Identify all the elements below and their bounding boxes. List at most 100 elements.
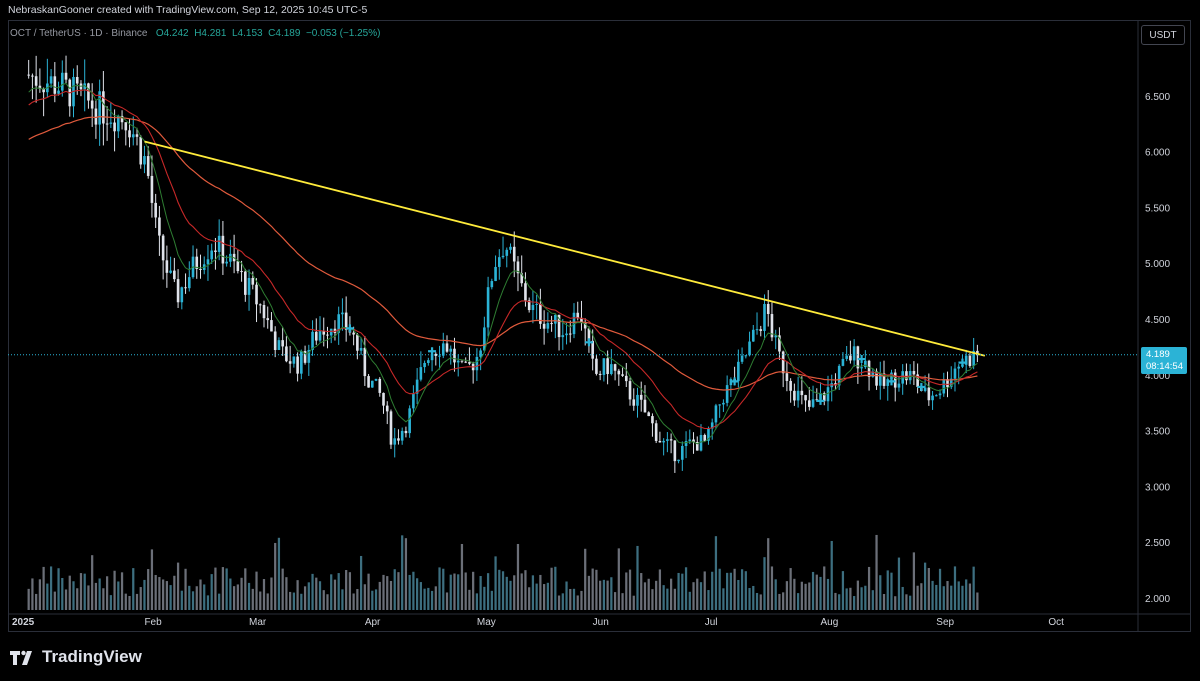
volume-bar xyxy=(374,589,378,610)
volume-bar xyxy=(711,571,714,610)
volume-bar xyxy=(363,584,366,610)
candle-body xyxy=(296,356,299,374)
volume-bar xyxy=(147,569,150,610)
candle-body xyxy=(128,130,131,138)
volume-bar xyxy=(778,593,781,610)
candle-body xyxy=(449,348,453,352)
candle-body xyxy=(326,334,329,336)
volume-bar xyxy=(733,568,736,610)
volume-bar xyxy=(404,538,408,610)
candle-body xyxy=(554,314,557,324)
candle-body xyxy=(412,393,415,409)
volume-bar xyxy=(602,579,606,610)
candle-body xyxy=(244,271,247,295)
volume-bar xyxy=(516,543,520,610)
volume-bar xyxy=(135,593,139,610)
candle-body xyxy=(763,303,766,331)
price-tick-label: 5.000 xyxy=(1145,259,1170,270)
volume-bar xyxy=(498,569,501,610)
volume-bar xyxy=(79,573,83,610)
volume-bar xyxy=(782,592,785,610)
candle-body xyxy=(389,411,393,445)
volume-bar xyxy=(703,571,706,610)
volume-bar xyxy=(389,580,393,610)
volume-bar xyxy=(285,577,288,610)
candle-body xyxy=(199,268,202,270)
volume-bar xyxy=(173,575,176,610)
candle-body xyxy=(64,72,68,80)
volume-bar xyxy=(270,577,273,610)
candle-body xyxy=(486,287,490,328)
tradingview-branding[interactable]: TradingView xyxy=(10,647,142,667)
volume-bar xyxy=(53,591,56,610)
volume-bar xyxy=(957,581,960,610)
volume-bar xyxy=(35,593,38,610)
candle-body xyxy=(666,439,669,441)
candle-body xyxy=(31,75,34,77)
candle-body xyxy=(808,400,811,407)
price-tick-label: 3.000 xyxy=(1145,482,1170,493)
volume-bar xyxy=(64,589,68,610)
volume-bar xyxy=(968,583,972,610)
volume-bar xyxy=(247,582,251,610)
currency-unit-button[interactable]: USDT xyxy=(1141,25,1185,45)
volume-bar xyxy=(139,587,142,610)
symbol-label[interactable]: OCT / TetherUS · 1D · Binance xyxy=(10,28,147,39)
volume-bar xyxy=(554,566,557,610)
volume-bar xyxy=(255,571,258,610)
volume-bar xyxy=(382,574,385,610)
volume-bar xyxy=(744,571,747,610)
volume-bar xyxy=(912,552,916,610)
volume-bar xyxy=(942,586,945,610)
volume-bar xyxy=(397,572,400,610)
candle-body xyxy=(57,90,60,94)
candle-body xyxy=(281,340,284,347)
volume-bar xyxy=(180,590,183,610)
volume-bar xyxy=(535,583,538,610)
volume-bar xyxy=(120,572,124,610)
volume-bar xyxy=(311,573,314,610)
candle-body xyxy=(87,83,90,101)
candle-body xyxy=(647,412,651,417)
candle-body xyxy=(102,91,105,124)
candle-body xyxy=(150,175,154,203)
volume-bar xyxy=(31,578,34,610)
volume-bar xyxy=(976,592,979,610)
volume-bar xyxy=(61,578,64,610)
volume-bar xyxy=(393,569,396,610)
volume-bar xyxy=(501,571,505,610)
volume-bar xyxy=(815,574,818,610)
volume-bar xyxy=(539,574,542,610)
price-chart[interactable]: 6.5006.0005.5005.0004.5004.0003.5003.000… xyxy=(0,0,1200,681)
candle-body xyxy=(494,266,497,282)
volume-bar xyxy=(625,572,628,610)
volume-bar xyxy=(565,581,568,610)
candle-body xyxy=(124,122,128,131)
volume-bar xyxy=(897,557,901,610)
candle-body xyxy=(273,331,277,350)
candle-body xyxy=(595,358,598,374)
volume-bar xyxy=(673,588,676,610)
volume-bar xyxy=(438,567,441,610)
candle-body xyxy=(363,347,367,377)
volume-bar xyxy=(457,574,460,610)
volume-bar xyxy=(718,568,721,610)
volume-bar xyxy=(647,578,650,610)
volume-bar xyxy=(576,595,579,610)
time-axis[interactable]: 2025 Feb Mar Apr May Jun Jul Aug Sep Oct xyxy=(12,617,1064,628)
time-tick-label: 2025 xyxy=(12,617,35,628)
candlesticks xyxy=(27,55,979,473)
volume-bar xyxy=(584,548,587,610)
time-tick-label: Feb xyxy=(144,617,162,628)
volume-bar xyxy=(610,577,613,610)
volume-bar xyxy=(692,582,695,610)
volume-bar xyxy=(628,569,632,610)
candle-body xyxy=(105,123,109,125)
volume-bar xyxy=(531,575,535,610)
volume-bar xyxy=(128,595,131,610)
candle-body xyxy=(785,373,789,381)
volume-bar xyxy=(658,569,662,610)
volume-bar xyxy=(636,545,639,610)
volume-bar xyxy=(356,589,359,610)
candle-body xyxy=(751,329,755,342)
